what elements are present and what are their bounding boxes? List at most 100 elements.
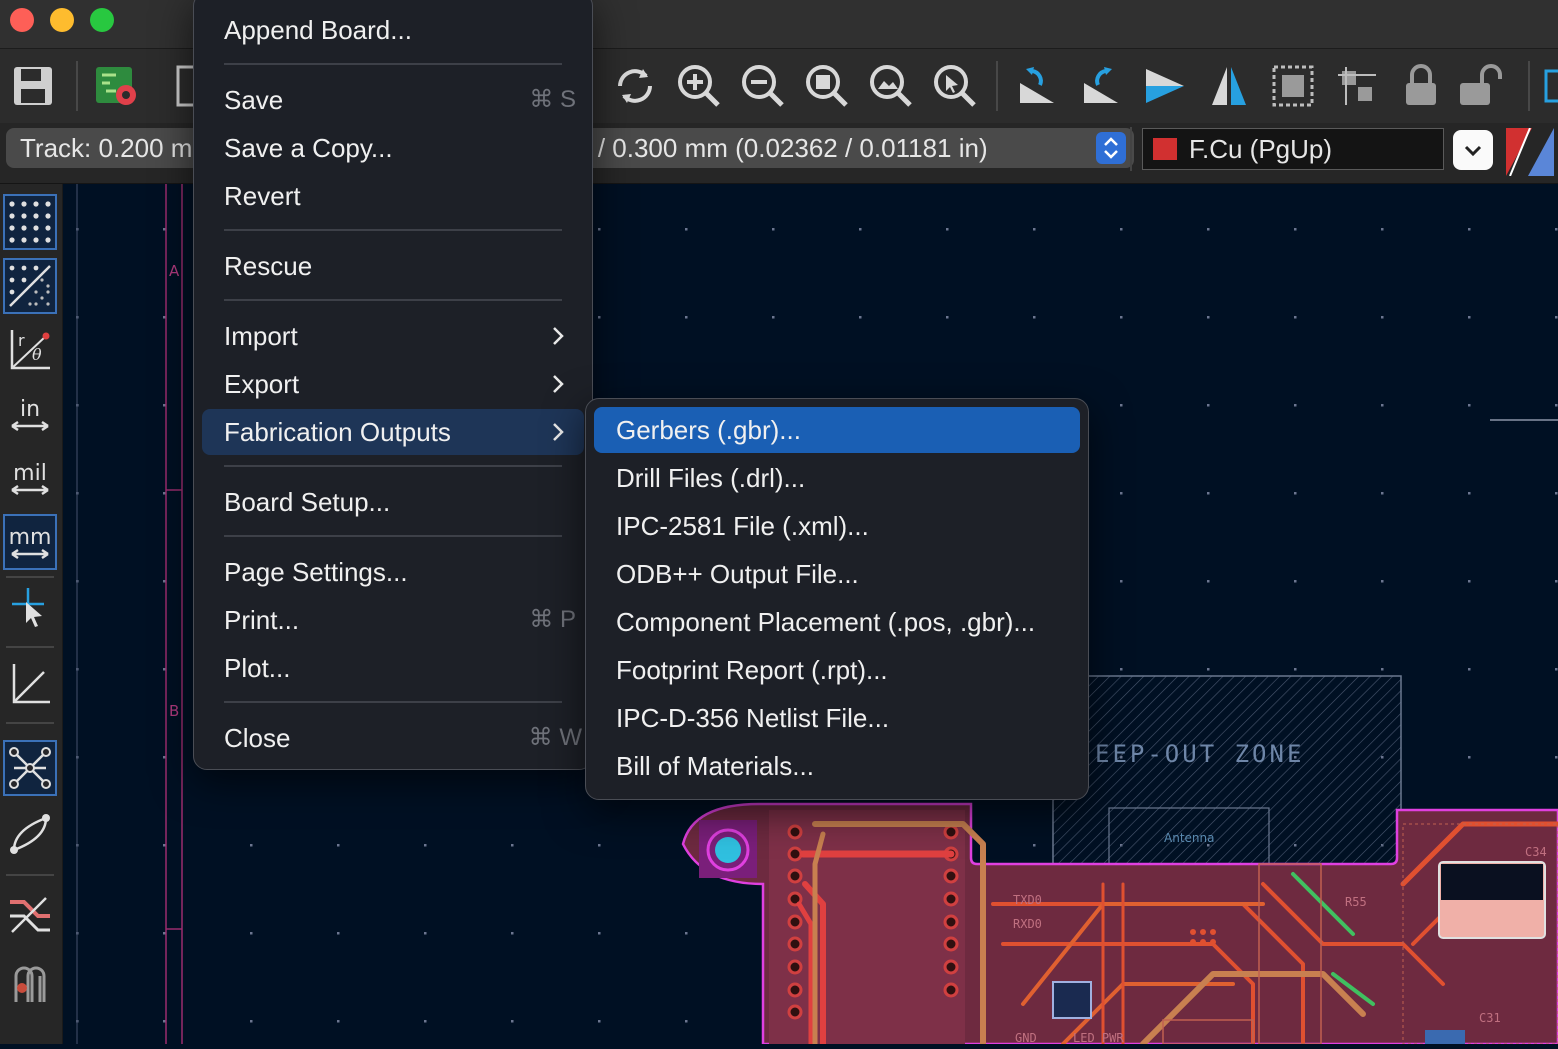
board-setup-icon — [96, 67, 136, 105]
menu-item-close[interactable]: Close ⌘ W — [202, 715, 584, 761]
menu-item-ipc-d-356[interactable]: IPC-D-356 Netlist File... — [594, 695, 1080, 741]
layer-dropdown-button[interactable] — [1453, 130, 1493, 170]
minimize-window-button[interactable] — [50, 8, 74, 32]
menu-separator — [224, 63, 562, 65]
antenna-label: Antenna — [1164, 831, 1214, 845]
silk-led-pwr: LED_PWR — [1073, 1031, 1124, 1044]
menu-item-save[interactable]: Save ⌘ S — [202, 77, 584, 123]
file-menu: Append Board... Save ⌘ S Save a Copy... R… — [193, 0, 593, 770]
polar-theta-label: θ — [32, 345, 42, 364]
units-mm-label: mm — [9, 525, 52, 550]
units-inches-button[interactable]: in — [3, 386, 57, 442]
grid-icon — [9, 201, 51, 243]
save-icon — [14, 67, 52, 105]
redraw-button[interactable] — [608, 55, 662, 117]
rotate-cw-icon — [1084, 67, 1118, 103]
menu-item-plot[interactable]: Plot... — [202, 645, 584, 691]
flip-board-button[interactable] — [1138, 55, 1192, 117]
zoom-out-button[interactable] — [736, 55, 790, 117]
full-crosshair-button[interactable] — [3, 582, 57, 638]
board-setup-button[interactable] — [90, 55, 144, 117]
layer-name: F.Cu (PgUp) — [1189, 134, 1333, 164]
ungroup-button[interactable] — [1330, 55, 1384, 117]
menu-item-save-a-copy[interactable]: Save a Copy... — [202, 125, 584, 171]
chevron-right-icon — [550, 409, 566, 469]
menu-item-append-board[interactable]: Append Board... — [202, 7, 584, 53]
zoom-selection-button[interactable] — [928, 55, 982, 117]
curved-ratsnest-icon — [10, 814, 50, 854]
mirror-button[interactable] — [1202, 55, 1256, 117]
border-label-b: B — [169, 702, 179, 720]
units-mm-button[interactable]: mm — [3, 514, 57, 570]
menu-item-bill-of-materials[interactable]: Bill of Materials... — [594, 743, 1080, 789]
unlock-button[interactable] — [1452, 55, 1506, 117]
polar-coords-icon: r θ — [10, 330, 50, 370]
rotate-ccw-icon — [1020, 67, 1054, 103]
toolbar-separator — [996, 61, 998, 111]
border-label-a: A — [169, 262, 180, 280]
ratsnest-icon — [9, 747, 51, 789]
print-shortcut: ⌘ P — [529, 606, 576, 633]
toolbar-separator — [76, 61, 78, 111]
menu-item-revert[interactable]: Revert — [202, 173, 584, 219]
menu-item-print[interactable]: Print... ⌘ P — [202, 597, 584, 643]
zoom-fit-icon — [806, 65, 848, 107]
silk-r55: R55 — [1345, 895, 1367, 909]
units-inches-icon: in — [11, 397, 49, 432]
silk-gnd: GND — [1015, 1031, 1037, 1044]
menu-item-fabrication-outputs[interactable]: Fabrication Outputs — [202, 409, 584, 455]
polar-coords-button[interactable]: r θ — [3, 322, 57, 378]
rotate-cw-button[interactable] — [1074, 55, 1128, 117]
lock-button[interactable] — [1394, 55, 1448, 117]
angle-icon — [12, 664, 50, 704]
save-board-button[interactable] — [6, 55, 60, 117]
silk-txd0: TXD0 — [1013, 893, 1042, 907]
menu-separator — [224, 701, 562, 703]
layer-pair-button[interactable] — [1506, 127, 1554, 177]
menu-separator — [224, 535, 562, 537]
rotate-ccw-button[interactable] — [1010, 55, 1064, 117]
units-in-label: in — [20, 397, 40, 422]
units-mils-button[interactable]: mil — [3, 450, 57, 506]
grid-toggle-button[interactable] — [3, 194, 57, 250]
silk-c31: C31 — [1479, 1011, 1501, 1025]
close-window-button[interactable] — [10, 8, 34, 32]
menu-item-export[interactable]: Export — [202, 361, 584, 407]
menu-item-gerbers[interactable]: Gerbers (.gbr)... — [594, 407, 1080, 453]
menu-item-import[interactable]: Import — [202, 313, 584, 359]
polar-r-label: r — [18, 331, 25, 350]
zoom-in-button[interactable] — [672, 55, 726, 117]
menu-item-board-setup[interactable]: Board Setup... — [202, 479, 584, 525]
overrides-grid-button[interactable] — [3, 258, 57, 314]
more-tools-button[interactable] — [1538, 55, 1558, 117]
menu-item-rescue[interactable]: Rescue — [202, 243, 584, 289]
zoom-window-button[interactable] — [90, 8, 114, 32]
curved-ratsnest-button[interactable] — [3, 806, 57, 862]
toolbar-separator — [1528, 61, 1530, 111]
menu-item-page-settings[interactable]: Page Settings... — [202, 549, 584, 595]
menu-item-component-placement[interactable]: Component Placement (.pos, .gbr)... — [594, 599, 1080, 645]
toolbar-separator — [1130, 127, 1132, 171]
mirror-icon — [1212, 67, 1246, 105]
show-tracks-button[interactable] — [3, 888, 57, 944]
menu-item-odb-output[interactable]: ODB++ Output File... — [594, 551, 1080, 597]
menu-item-ipc-2581[interactable]: IPC-2581 File (.xml)... — [594, 503, 1080, 549]
show-vias-button[interactable] — [3, 954, 57, 1010]
zoom-fit-button[interactable] — [800, 55, 854, 117]
select-icon — [1544, 69, 1558, 103]
track-posture-button[interactable] — [3, 656, 57, 712]
menu-item-drill-files[interactable]: Drill Files (.drl)... — [594, 455, 1080, 501]
crosshair-cursor-icon — [12, 588, 44, 627]
group-button[interactable] — [1266, 55, 1320, 117]
vias-icon — [14, 966, 46, 1002]
track-width-value: Track: 0.200 mm — [20, 133, 215, 163]
grid-overrides-icon — [9, 265, 51, 307]
units-mil-label: mil — [13, 461, 47, 486]
zoom-out-icon — [742, 65, 784, 107]
silk-rxd0: RXD0 — [1013, 917, 1042, 931]
ratsnest-button[interactable] — [3, 740, 57, 796]
menu-item-footprint-report[interactable]: Footprint Report (.rpt)... — [594, 647, 1080, 693]
zoom-objects-button[interactable] — [864, 55, 918, 117]
layer-select[interactable]: F.Cu (PgUp) — [1142, 128, 1444, 170]
menu-separator — [224, 229, 562, 231]
